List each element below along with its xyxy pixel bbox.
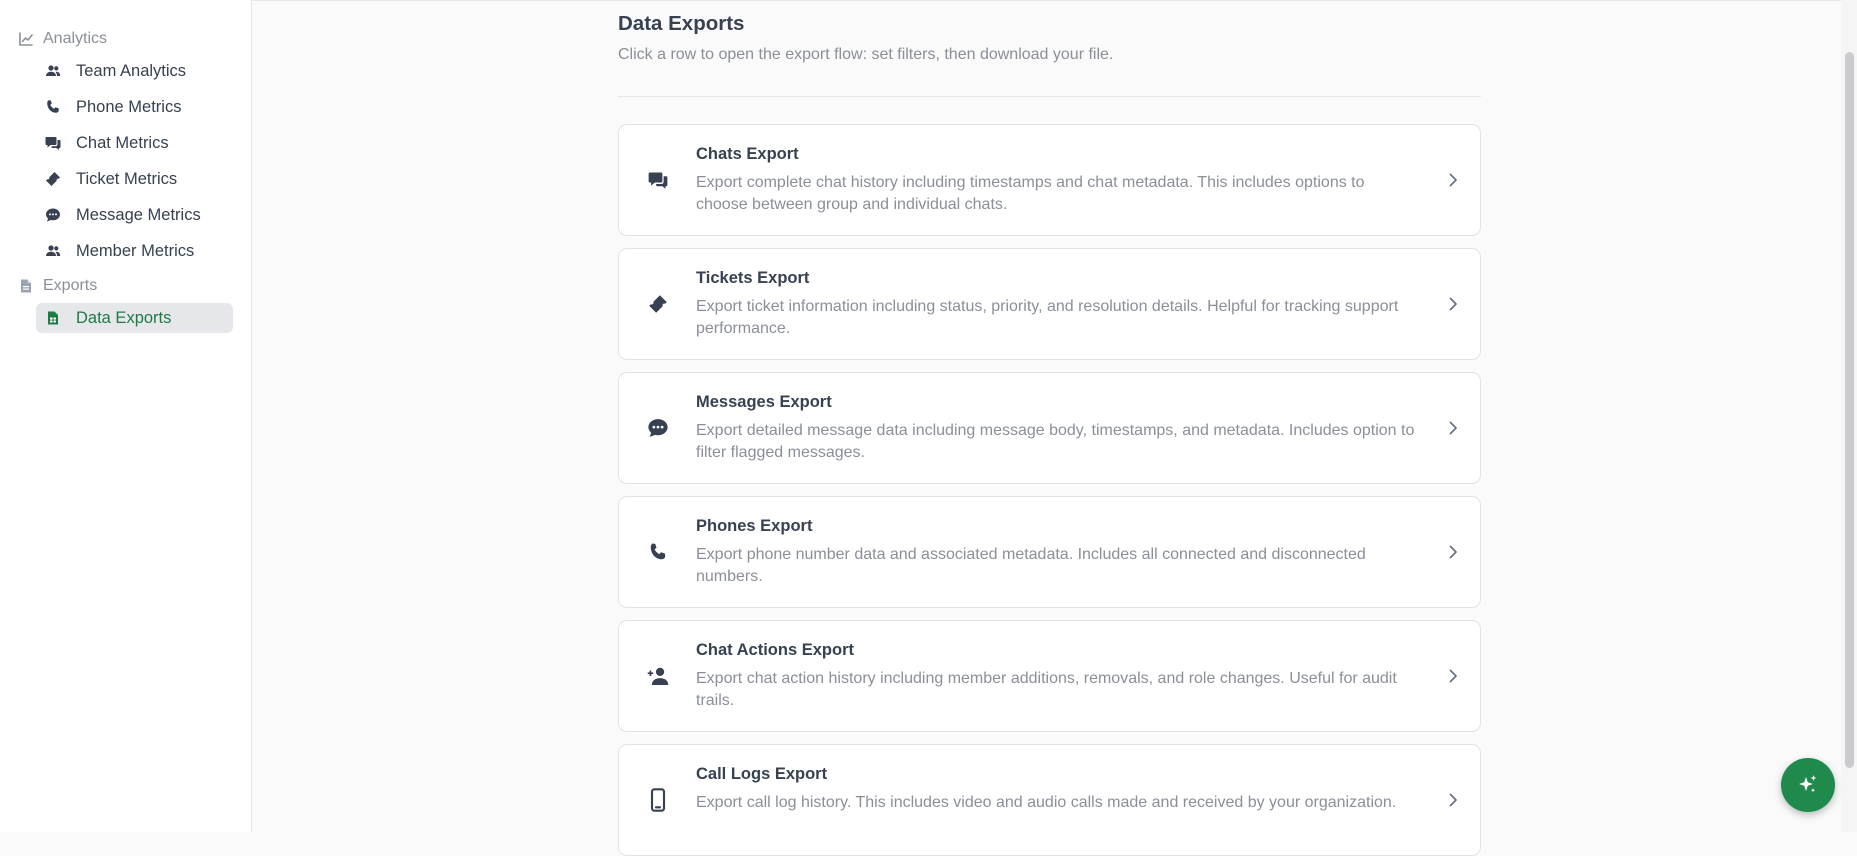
- scrollbar-thumb[interactable]: [1845, 52, 1854, 768]
- card-description: Export ticket information including stat…: [696, 298, 1399, 337]
- page-scrollbar[interactable]: [1841, 0, 1857, 832]
- sidebar-item-label: Chat Metrics: [76, 133, 169, 152]
- people-icon: [45, 243, 61, 259]
- card-title: Phones Export: [696, 517, 813, 535]
- sparkles-icon: [1796, 773, 1820, 797]
- people-icon: [45, 63, 61, 79]
- card-title: Tickets Export: [696, 269, 810, 287]
- sidebar-item-label: Data Exports: [76, 308, 172, 327]
- sidebar-item-ticket-metrics[interactable]: Ticket Metrics: [36, 164, 233, 194]
- sidebar-item-label: Message Metrics: [76, 205, 201, 224]
- chevron-right-icon: [1446, 497, 1460, 607]
- header-divider: [618, 96, 1481, 97]
- ticket-icon: [646, 249, 670, 359]
- card-description: Export detailed message data including m…: [696, 422, 1415, 461]
- main-content: Data Exports Click a row to open the exp…: [252, 0, 1857, 856]
- sidebar-section-analytics: Analytics: [18, 27, 107, 51]
- ticket-icon: [45, 171, 61, 187]
- chevron-right-icon: [1446, 621, 1460, 731]
- sidebar-item-label: Phone Metrics: [76, 97, 182, 116]
- card-description: Export phone number data and associated …: [696, 546, 1366, 585]
- sidebar-item-label: Ticket Metrics: [76, 169, 178, 188]
- export-card-call-logs[interactable]: Call Logs Export Export call log history…: [618, 744, 1481, 856]
- export-card-chat-actions[interactable]: Chat Actions Export Export chat action h…: [618, 620, 1481, 732]
- mobile-phone-icon: [646, 745, 670, 855]
- sidebar-item-label: Team Analytics: [76, 61, 187, 80]
- chevron-right-icon: [1446, 249, 1460, 359]
- export-card-phones[interactable]: Phones Export Export phone number data a…: [618, 496, 1481, 608]
- card-title: Chats Export: [696, 145, 799, 163]
- page-subtitle: Click a row to open the export flow: set…: [618, 46, 1114, 63]
- file-spreadsheet-icon: [45, 310, 61, 326]
- sidebar-item-member-metrics[interactable]: Member Metrics: [36, 236, 233, 266]
- person-add-icon: [646, 621, 670, 731]
- chevron-right-icon: [1446, 125, 1460, 235]
- sidebar-item-label: Member Metrics: [76, 241, 195, 260]
- ai-assistant-button[interactable]: [1781, 758, 1835, 812]
- sidebar-item-message-metrics[interactable]: Message Metrics: [36, 200, 233, 230]
- export-card-tickets[interactable]: Tickets Export Export ticket information…: [618, 248, 1481, 360]
- page-title: Data Exports: [618, 12, 745, 35]
- card-description: Export chat action history including mem…: [696, 670, 1397, 709]
- sidebar-item-team-analytics[interactable]: Team Analytics: [36, 56, 233, 86]
- card-description: Export complete chat history including t…: [696, 174, 1365, 213]
- card-description: Export call log history. This includes v…: [696, 794, 1397, 811]
- card-title: Messages Export: [696, 393, 832, 411]
- sidebar-section-label: Exports: [43, 277, 98, 294]
- sidebar-item-chat-metrics[interactable]: Chat Metrics: [36, 128, 233, 158]
- chevron-right-icon: [1446, 745, 1460, 855]
- sidebar-section-label: Analytics: [43, 30, 108, 47]
- document-icon: [18, 278, 34, 294]
- phone-icon: [45, 99, 61, 115]
- chat-bubbles-icon: [45, 135, 61, 151]
- sidebar-section-exports: Exports: [18, 274, 97, 298]
- message-icon: [646, 373, 670, 483]
- sidebar-item-phone-metrics[interactable]: Phone Metrics: [36, 92, 233, 122]
- phone-icon: [646, 497, 670, 607]
- sidebar-item-data-exports[interactable]: Data Exports: [36, 303, 233, 333]
- card-title: Call Logs Export: [696, 765, 828, 783]
- chart-line-icon: [18, 31, 34, 47]
- sidebar: Analytics Team Analytics Phone Metrics C…: [0, 0, 252, 832]
- message-icon: [45, 207, 61, 223]
- export-card-messages[interactable]: Messages Export Export detailed message …: [618, 372, 1481, 484]
- chevron-right-icon: [1446, 373, 1460, 483]
- card-title: Chat Actions Export: [696, 641, 854, 659]
- export-card-chats[interactable]: Chats Export Export complete chat histor…: [618, 124, 1481, 236]
- chat-bubbles-icon: [646, 125, 670, 235]
